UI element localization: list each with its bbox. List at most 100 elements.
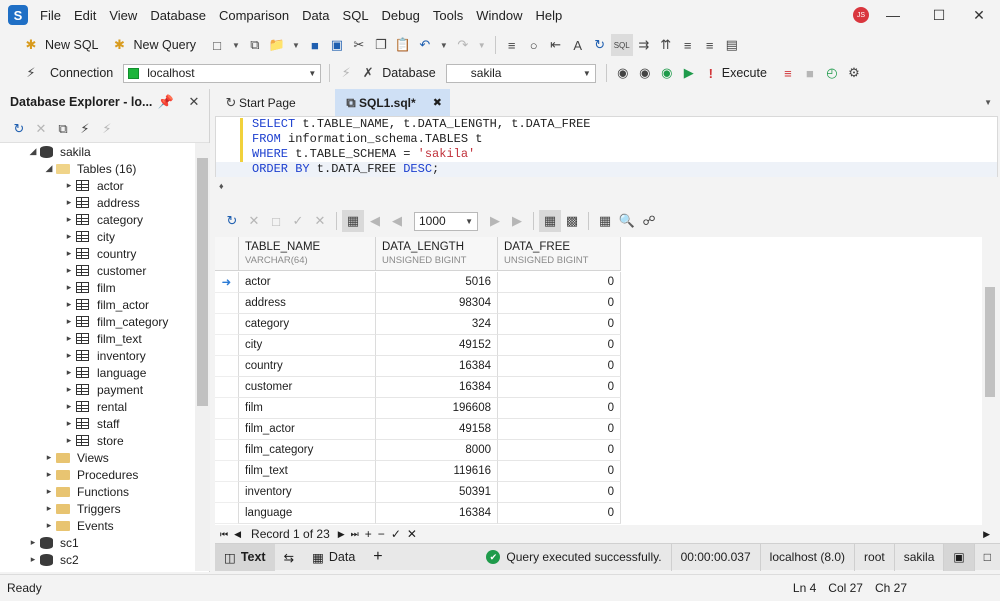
explorer-scroll-thumb[interactable] xyxy=(197,158,208,406)
pin-icon[interactable]: 📌 xyxy=(155,91,177,113)
layout-bottom-button[interactable]: ▣ xyxy=(943,543,974,571)
cell-data-length[interactable]: 49158 xyxy=(376,419,498,440)
chevron-right-icon[interactable]: ▸ xyxy=(62,180,76,191)
comment-icon[interactable]: ≡ xyxy=(677,34,699,56)
search-icon[interactable]: 🔍 xyxy=(616,210,638,232)
column-header[interactable]: DATA_LENGTH UNSIGNED BIGINT xyxy=(376,237,498,271)
table-row[interactable]: address 98304 0 xyxy=(215,293,621,314)
cell-data-free[interactable]: 0 xyxy=(498,377,621,398)
connect-plug-icon[interactable]: ⚡ xyxy=(20,62,42,84)
cell-data-free[interactable]: 0 xyxy=(498,335,621,356)
menu-sql[interactable]: SQL xyxy=(343,8,369,23)
column-header[interactable]: DATA_FREE UNSIGNED BIGINT xyxy=(498,237,621,271)
grid-scroll-thumb[interactable] xyxy=(985,287,995,397)
case-icon[interactable]: A xyxy=(567,34,589,56)
apply-changes-icon[interactable]: □ xyxy=(265,210,287,232)
tree-node-table[interactable]: ▸ category xyxy=(0,211,195,228)
last-record-icon[interactable]: ⏭ xyxy=(351,529,359,540)
copy-icon[interactable]: ❐ xyxy=(370,34,392,56)
user-avatar[interactable]: JS xyxy=(853,7,869,23)
disconnect-icon[interactable]: ✗ xyxy=(357,62,379,84)
new-query-button[interactable]: New Query xyxy=(134,38,197,52)
cell-table-name[interactable]: film_text xyxy=(239,461,376,482)
cell-table-name[interactable]: city xyxy=(239,335,376,356)
menu-debug[interactable]: Debug xyxy=(382,8,420,23)
play-icon[interactable]: ▶ xyxy=(678,62,700,84)
grid-view-icon[interactable]: ▦ xyxy=(539,210,561,232)
cell-data-free[interactable]: 0 xyxy=(498,482,621,503)
menu-database[interactable]: Database xyxy=(150,8,206,23)
tree-node-table[interactable]: ▸ film_actor xyxy=(0,296,195,313)
outline-icon[interactable]: ⇤ xyxy=(545,34,567,56)
uncomment-icon[interactable]: ≡ xyxy=(699,34,721,56)
chevron-right-icon[interactable]: ▸ xyxy=(62,214,76,225)
bookmark-icon[interactable]: ▤ xyxy=(721,34,743,56)
history-icon[interactable]: ◴ xyxy=(821,62,843,84)
apply-record-icon[interactable]: ✓ xyxy=(391,527,401,541)
refresh-icon[interactable]: ↻ xyxy=(589,34,611,56)
tab-start-page[interactable]: ↻ Start Page xyxy=(215,89,335,116)
cell-data-free[interactable]: 0 xyxy=(498,314,621,335)
refresh-icon[interactable]: ↻ xyxy=(221,210,243,232)
tree-node-table[interactable]: ▸ city xyxy=(0,228,195,245)
chevron-right-icon[interactable]: ▸ xyxy=(62,248,76,259)
tree-node-sc1[interactable]: ▸ sc1 xyxy=(0,534,195,551)
chevron-down-icon[interactable]: ◢ xyxy=(26,146,40,157)
cell-table-name[interactable]: film xyxy=(239,398,376,419)
cell-data-length[interactable]: 49152 xyxy=(376,335,498,356)
database-settings-icon[interactable]: ◉ xyxy=(634,62,656,84)
tree-node-table[interactable]: ▸ store xyxy=(0,432,195,449)
new-sql-button[interactable]: New SQL xyxy=(45,38,99,52)
cell-data-length[interactable]: 5016 xyxy=(376,272,498,293)
tree-node-table[interactable]: ▸ staff xyxy=(0,415,195,432)
table-row[interactable]: language 16384 0 xyxy=(215,503,621,524)
cell-data-length[interactable]: 16384 xyxy=(376,377,498,398)
cell-data-length[interactable]: 98304 xyxy=(376,293,498,314)
tab-text[interactable]: ◫ Text xyxy=(215,543,275,571)
chevron-down-icon[interactable]: ◢ xyxy=(42,163,56,174)
close-tab-icon[interactable]: ✖ xyxy=(433,96,442,109)
database-check-icon[interactable]: ◉ xyxy=(656,62,678,84)
sql-mode-icon[interactable]: SQL xyxy=(610,34,633,56)
tree-node-table[interactable]: ▸ payment xyxy=(0,381,195,398)
paging-icon[interactable]: ▦ xyxy=(342,210,364,232)
close-window-button[interactable]: ✕ xyxy=(956,0,1000,30)
menu-edit[interactable]: Edit xyxy=(74,8,96,23)
previous-page-icon[interactable]: ◀ xyxy=(386,210,408,232)
page-size-select[interactable]: 1000 ▼ xyxy=(414,211,478,231)
layout-full-button[interactable]: □ xyxy=(973,543,1000,571)
parameters-icon[interactable]: ○ xyxy=(523,34,545,56)
menu-window[interactable]: Window xyxy=(476,8,522,23)
tree-node-sakila[interactable]: ◢ sakila xyxy=(0,143,195,160)
editor-scrollbar[interactable]: ♦ xyxy=(215,178,998,194)
chevron-down-icon[interactable]: ▼ xyxy=(292,41,300,50)
execute-button[interactable]: Execute xyxy=(722,66,767,80)
columns-icon[interactable]: ▦ xyxy=(594,210,616,232)
tree-node-functions[interactable]: ▸ Functions xyxy=(0,483,195,500)
export-icon[interactable]: ☍ xyxy=(638,210,660,232)
tab-data[interactable]: ▦ Data xyxy=(303,544,364,571)
commit-icon[interactable]: ✓ xyxy=(287,210,309,232)
scroll-right-icon[interactable]: ▶ xyxy=(983,529,990,540)
tree-node-table[interactable]: ▸ country xyxy=(0,245,195,262)
chevron-right-icon[interactable]: ▸ xyxy=(62,316,76,327)
tree-node-table[interactable]: ▸ language xyxy=(0,364,195,381)
chevron-right-icon[interactable]: ▸ xyxy=(26,554,40,565)
cell-data-length[interactable]: 324 xyxy=(376,314,498,335)
chevron-right-icon[interactable]: ▸ xyxy=(62,418,76,429)
save-icon[interactable]: ■ xyxy=(304,34,326,56)
stop-icon[interactable]: ■ xyxy=(799,62,821,84)
cell-data-free[interactable]: 0 xyxy=(498,272,621,293)
new-file-icon[interactable]: ⧉ xyxy=(244,34,266,56)
chevron-right-icon[interactable]: ▸ xyxy=(62,401,76,412)
cell-data-length[interactable]: 16384 xyxy=(376,503,498,524)
cell-table-name[interactable]: inventory xyxy=(239,482,376,503)
tree-node-procedures[interactable]: ▸ Procedures xyxy=(0,466,195,483)
chevron-right-icon[interactable]: ▸ xyxy=(62,197,76,208)
table-row[interactable]: customer 16384 0 xyxy=(215,377,621,398)
cell-data-length[interactable]: 16384 xyxy=(376,356,498,377)
chevron-right-icon[interactable]: ▸ xyxy=(62,435,76,446)
menu-file[interactable]: File xyxy=(40,8,61,23)
cell-table-name[interactable]: actor xyxy=(239,272,376,293)
cell-data-free[interactable]: 0 xyxy=(498,503,621,524)
